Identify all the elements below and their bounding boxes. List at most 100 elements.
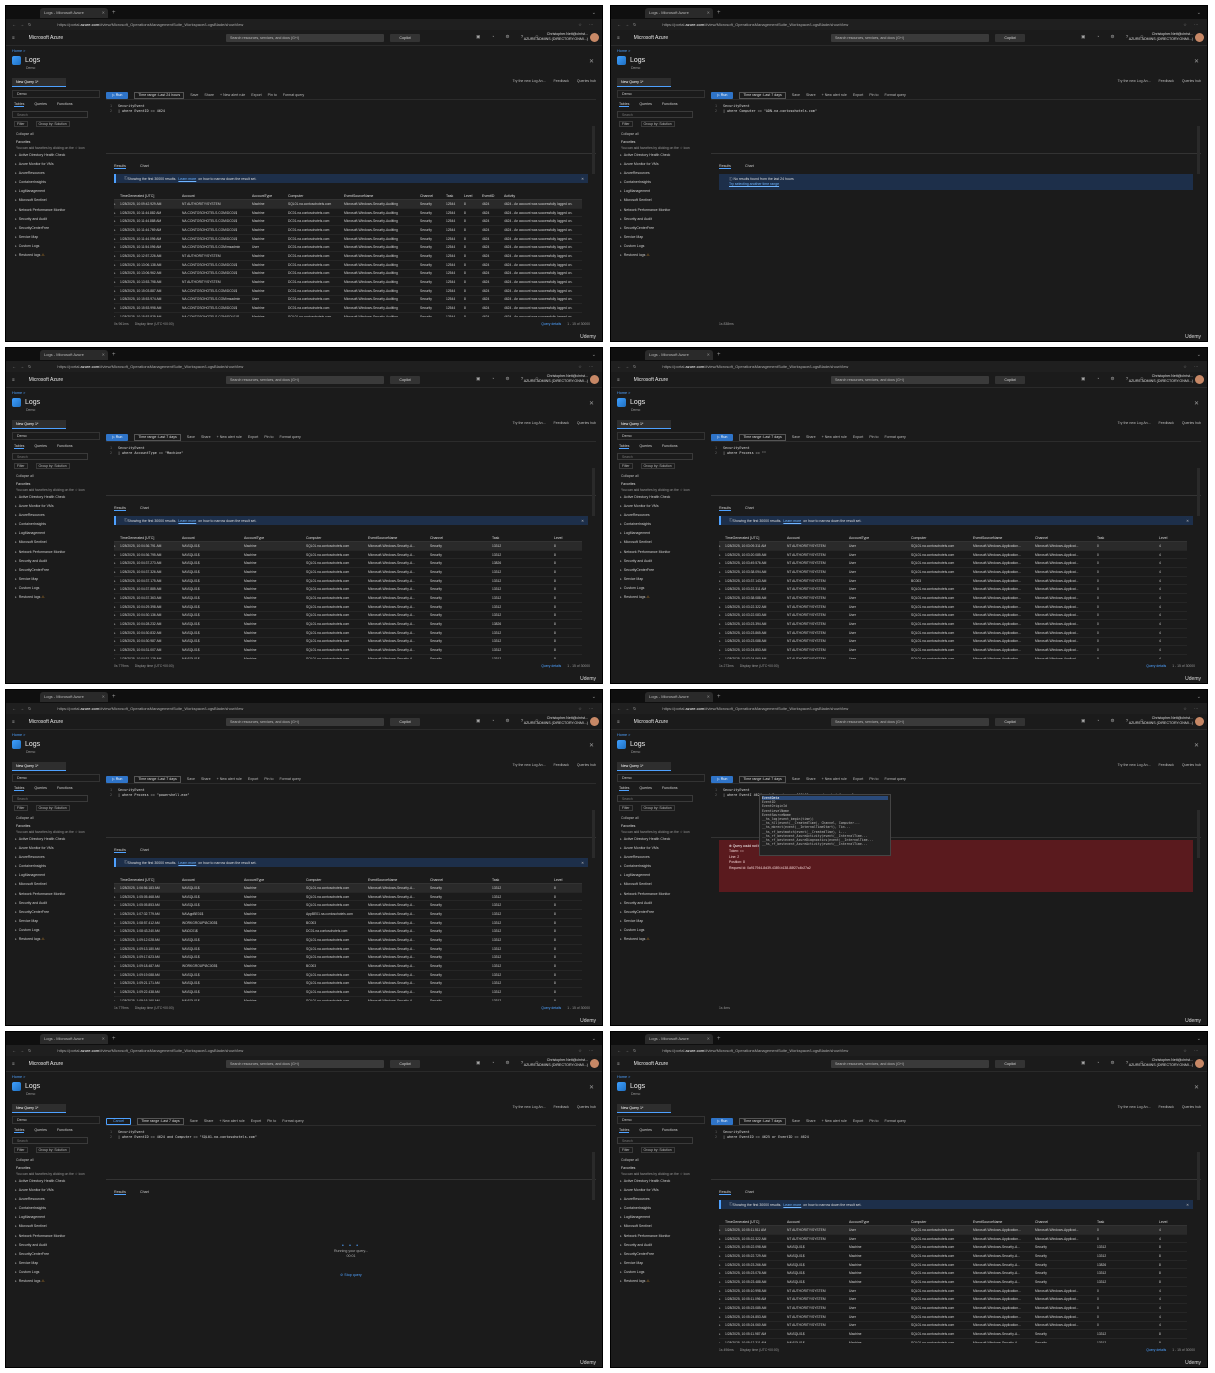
scope-selector[interactable]: Demo <box>617 432 705 440</box>
expand-icon[interactable]: ▸ <box>15 864 17 868</box>
url-field[interactable]: https://portal.azure.com/#view/Microsoft… <box>57 22 243 27</box>
reload-icon[interactable]: ↻ <box>633 22 636 27</box>
expand-icon[interactable]: ▸ <box>15 892 17 896</box>
expand-icon[interactable]: ▸ <box>15 559 17 563</box>
column-header[interactable]: Activity <box>504 194 574 198</box>
url-field[interactable]: https://portal.azure.com/#view/Microsoft… <box>57 364 243 369</box>
table-row[interactable]: ▸ 1/28/2025, 10:04:37.273 AM NA\SQL01$ Mach… <box>114 559 582 569</box>
new-tab-button[interactable]: + <box>717 694 721 700</box>
format-query-button[interactable]: Format query <box>884 435 905 439</box>
new-alert-rule-button[interactable]: + New alert rule <box>822 435 847 439</box>
solution-item[interactable]: ▸ Azure Monitor for VMs <box>617 504 707 513</box>
editor-scrollbar[interactable] <box>1197 810 1200 858</box>
column-header[interactable]: Account <box>182 194 252 198</box>
sidebar-tab[interactable]: Functions <box>57 1128 73 1133</box>
table-row[interactable]: ▸ 1/28/2025, 10:05:22.322 AM NT AUTHORITY\… <box>719 1235 1187 1244</box>
editor-scrollbar[interactable] <box>592 810 595 858</box>
solution-item[interactable]: ▸ ContainerInsights <box>617 864 707 873</box>
share-button[interactable]: Share <box>204 93 214 97</box>
editor-scrollbar[interactable] <box>592 1152 595 1200</box>
editor-scrollbar[interactable] <box>1197 1152 1200 1200</box>
column-header[interactable]: EventSourceName <box>344 194 420 198</box>
expand-icon[interactable]: ▸ <box>620 550 622 554</box>
collapse-all-button[interactable]: Collapse all <box>12 474 102 478</box>
solution-item[interactable]: ▸ Custom Logs <box>12 244 102 253</box>
query-editor[interactable]: 1 SecurityEvent 2 | where EventID == 4625 o… <box>711 1128 1201 1200</box>
table-row[interactable]: ▸ 1/28/2025, 1:08:57.412 AM WORKGROUP\BC00… <box>114 919 582 928</box>
browser-tab[interactable]: Logs - Microsoft Azure ✕ <box>40 7 108 18</box>
expand-icon[interactable]: ▸ <box>620 253 622 257</box>
save-button[interactable]: Save <box>792 93 800 97</box>
format-query-button[interactable]: Format query <box>884 777 905 781</box>
new-tab-button[interactable]: + <box>112 10 116 16</box>
solution-item[interactable]: ▸ Security and Audit <box>12 559 102 568</box>
time-range-picker[interactable]: Time range : Last 7 days <box>739 433 786 441</box>
solution-item[interactable]: ▸ Restored logs ⚠ <box>617 595 707 604</box>
table-row[interactable]: ▸ 1/28/2025, 10:04:30.136 AM NA\SQL01$ Mach… <box>114 612 582 621</box>
table-row[interactable]: ▸ 1/28/2025, 10:03:22.311 AM NT AUTHORITY\… <box>719 585 1187 595</box>
solution-item[interactable]: ▸ ContainerInsights <box>12 864 102 873</box>
query-editor[interactable]: 1SecurityEvent2| where EventI 4624 and C… <box>711 786 1201 858</box>
solution-item[interactable]: ▸ Custom Logs <box>12 1270 102 1279</box>
scope-selector[interactable]: Demo <box>617 90 705 98</box>
new-tab-button[interactable]: + <box>112 1036 116 1042</box>
results-tab[interactable]: Results <box>719 506 731 511</box>
time-range-picker[interactable]: Time range : Last 7 days <box>739 1117 786 1125</box>
solution-item[interactable]: ▸ Active Directory Health Check <box>617 153 707 162</box>
filter-button[interactable]: Filter <box>14 121 28 127</box>
new-alert-rule-button[interactable]: + New alert rule <box>217 777 242 781</box>
expand-icon[interactable]: ▸ <box>620 1261 622 1265</box>
expand-icon[interactable]: ▸ <box>15 855 17 859</box>
time-range-picker[interactable]: Time range : Last 7 days <box>137 1117 184 1125</box>
solution-item[interactable]: ▸ LogManagement <box>12 189 102 198</box>
table-row[interactable]: ▸ 1/28/2025, 10:13:53.798 AM NT AUTHORITY\… <box>114 278 582 287</box>
azure-logo[interactable]: Microsoft Azure <box>634 35 668 41</box>
new-tab-button[interactable]: + <box>717 1036 721 1042</box>
expand-icon[interactable]: ▸ <box>620 153 622 157</box>
editor-scrollbar[interactable] <box>592 126 595 174</box>
table-row[interactable]: ▸ 1/28/2025, 10:04:31.129 AM NA\SQL01$ Mach… <box>114 655 582 659</box>
chart-tab[interactable]: Chart <box>140 506 149 511</box>
table-row[interactable]: ▸ 1/28/2025, 10:03:23.865 AM NT AUTHORITY\… <box>719 629 1187 638</box>
expand-icon[interactable]: ▸ <box>15 550 17 554</box>
sidebar-tab[interactable]: Queries <box>639 786 652 791</box>
expand-icon[interactable]: ▸ <box>15 1179 17 1183</box>
table-row[interactable]: ▸ 1/28/2025, 10:15:53.974 AM NA.CONTOSOHOT… <box>114 296 582 305</box>
solution-item[interactable]: ▸ Service Map <box>617 235 707 244</box>
solution-item[interactable]: ▸ Azure Monitor for VMs <box>617 162 707 171</box>
close-icon[interactable]: ✕ <box>589 742 594 749</box>
avatar[interactable] <box>590 375 599 384</box>
solution-item[interactable]: ▸ Azure Monitor for VMs <box>617 846 707 855</box>
browser-tab[interactable]: Logs - Microsoft Azure ✕ <box>645 1033 713 1044</box>
azure-logo[interactable]: Microsoft Azure <box>29 35 63 41</box>
table-row[interactable]: ▸ 1/28/2025, 10:04:31.007 AM NA\SQL01$ Mach… <box>114 646 582 655</box>
table-row[interactable]: ▸ 1/28/2025, 10:05:12.311 AM NA\SQL01$ Mach… <box>719 1339 1187 1343</box>
solution-item[interactable]: ▸ LogManagement <box>617 531 707 540</box>
results-tab[interactable]: Results <box>114 506 126 511</box>
new-tab-button[interactable]: + <box>112 694 116 700</box>
query-tab[interactable]: New Query 1* <box>617 1104 671 1113</box>
solution-item[interactable]: ▸ AzureResources <box>12 855 102 864</box>
solution-item[interactable]: ▸ Security and Audit <box>617 901 707 910</box>
breadcrumb[interactable]: Home > <box>617 49 630 53</box>
group-by-dropdown[interactable]: Group by: Solution <box>35 805 70 811</box>
display-time-dropdown[interactable]: Display time (UTC+00:00) <box>135 664 174 668</box>
solution-item[interactable]: ▸ Service Map <box>12 235 102 244</box>
azure-logo[interactable]: Microsoft Azure <box>634 377 668 383</box>
tab-close-icon[interactable]: ✕ <box>707 352 710 357</box>
solution-item[interactable]: ▸ Microsoft Sentinel <box>617 198 707 207</box>
solution-item[interactable]: ▸ Security and Audit <box>12 1243 102 1252</box>
solution-item[interactable]: ▸ LogManagement <box>617 873 707 882</box>
expand-icon[interactable]: ▸ <box>15 540 17 544</box>
table-row[interactable]: ▸ 1/28/2025, 10:04:28.232 AM NA\SQL01$ Mach… <box>114 620 582 629</box>
filter-button[interactable]: Filter <box>14 463 28 469</box>
column-header[interactable]: TimeGenerated [UTC] <box>725 536 787 540</box>
sidebar-tab[interactable]: Functions <box>57 444 73 449</box>
solution-item[interactable]: ▸ SecurityCenterFree <box>12 568 102 577</box>
solution-item[interactable]: ▸ ContainerInsights <box>617 522 707 531</box>
back-icon[interactable]: ← <box>617 706 621 711</box>
url-field[interactable]: https://portal.azure.com/#view/Microsoft… <box>57 706 243 711</box>
solution-item[interactable]: ▸ SecurityCenterFree <box>12 226 102 235</box>
window-controls-icon[interactable]: ⌄ <box>1197 352 1201 358</box>
sidebar-tab[interactable]: Queries <box>34 444 47 449</box>
